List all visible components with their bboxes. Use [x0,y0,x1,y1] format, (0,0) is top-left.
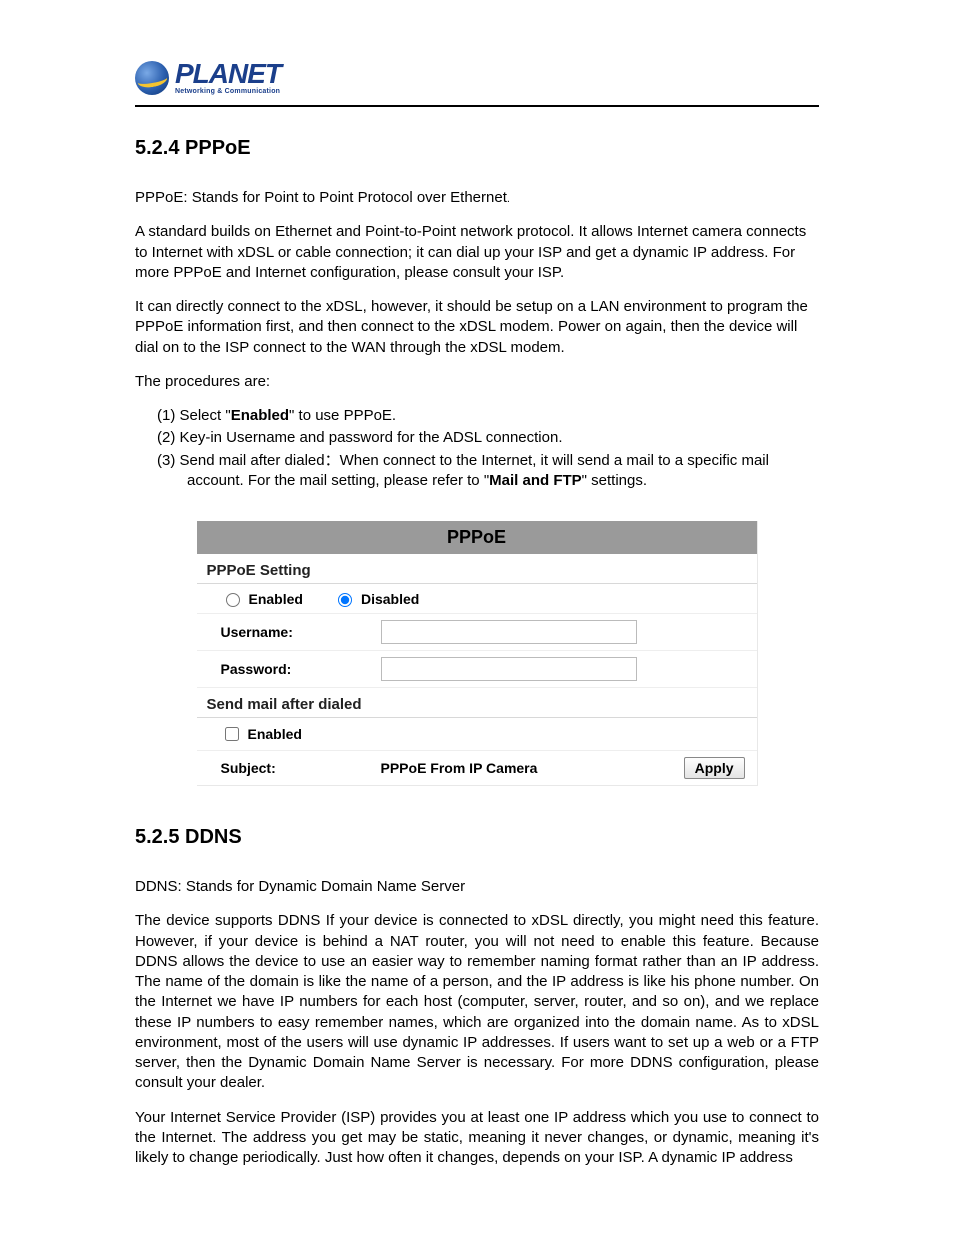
pppoe-config-panel: PPPoE PPPoE Setting Enabled Disabled Use… [197,521,758,786]
procedures-list: (1) Select "Enabled" to use PPPoE. (2) K… [157,406,819,491]
ddns-intro-3: Your Internet Service Provider (ISP) pro… [135,1108,819,1169]
text: Disabled [361,591,419,607]
brand-name: PLANET [175,60,281,88]
radio-enabled-label[interactable]: Enabled [221,590,303,607]
brand-text: PLANET Networking & Communication [175,60,281,95]
swoosh-icon [136,66,169,89]
procedure-step-3: (3) Send mail after dialed：When connect … [157,451,819,492]
text-bold: Enabled [231,407,289,424]
header-divider [135,105,819,107]
brand-tagline: Networking & Communication [175,88,281,95]
pppoe-enable-row: Enabled Disabled [197,584,757,614]
pppoe-enable-radio-group: Enabled Disabled [221,590,420,607]
subject-row: Subject: PPPoE From IP Camera Apply [197,751,757,785]
username-row: Username: [197,614,757,651]
brand-logo: PLANET Networking & Communication [135,60,819,95]
procedure-step-2: (2) Key-in Username and password for the… [157,428,819,448]
text: Enabled [248,726,302,742]
pppoe-setting-label: PPPoE Setting [197,554,757,584]
radio-enabled[interactable] [226,593,240,607]
password-row: Password: [197,651,757,688]
text: (3) Send mail after dialed：When connect … [157,452,769,489]
subject-value: PPPoE From IP Camera [381,760,664,776]
password-input[interactable] [381,657,637,681]
username-input[interactable] [381,620,637,644]
radio-disabled[interactable] [338,593,352,607]
send-mail-enable-row: Enabled [197,718,757,751]
text: . [507,193,510,205]
text: Enabled [249,591,303,607]
globe-icon [135,61,169,95]
send-mail-checkbox[interactable] [225,727,239,741]
text: (1) Select " [157,407,231,424]
password-label: Password: [221,661,361,677]
username-label: Username: [221,624,361,640]
radio-disabled-label[interactable]: Disabled [333,590,419,607]
ddns-intro-2: The device supports DDNS If your device … [135,911,819,1093]
document-page: PLANET Networking & Communication 5.2.4 … [0,0,954,1242]
procedures-label: The procedures are: [135,372,819,392]
send-mail-label: Send mail after dialed [197,688,757,718]
pppoe-intro-2: A standard builds on Ethernet and Point-… [135,222,819,283]
panel-title: PPPoE [197,521,757,554]
checkbox-enabled-label[interactable]: Enabled [221,724,302,744]
text: PPPoE: Stands for Point to Point Protoco… [135,189,507,206]
text-bold: Mail and FTP [489,472,582,489]
apply-button[interactable]: Apply [684,757,745,779]
pppoe-intro-1: PPPoE: Stands for Point to Point Protoco… [135,188,819,208]
ddns-intro-1: DDNS: Stands for Dynamic Domain Name Ser… [135,877,819,897]
subject-label: Subject: [221,760,361,776]
section-heading-pppoe: 5.2.4 PPPoE [135,137,819,160]
text: " to use PPPoE. [289,407,396,424]
section-heading-ddns: 5.2.5 DDNS [135,826,819,849]
text: " settings. [582,472,647,489]
pppoe-intro-3: It can directly connect to the xDSL, how… [135,297,819,358]
procedure-step-1: (1) Select "Enabled" to use PPPoE. [157,406,819,426]
